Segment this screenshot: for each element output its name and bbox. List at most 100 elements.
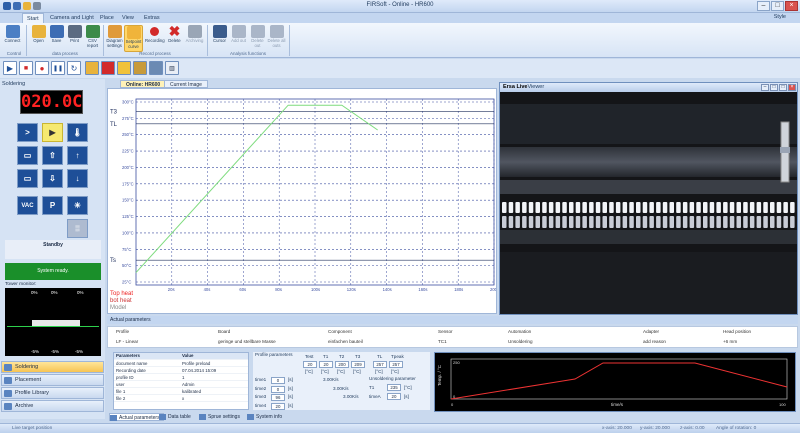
time-field[interactable]: 96 [271, 394, 285, 401]
table-row[interactable]: profile ID 1 [114, 375, 248, 381]
heater-bottom-button[interactable]: ▭ [17, 169, 38, 188]
tl-field[interactable]: 257 [373, 361, 387, 368]
tab-extras[interactable]: Extras [140, 13, 164, 23]
unsolder-t1-field[interactable]: 235 [387, 384, 401, 391]
zoom-slider-handle[interactable] [780, 147, 790, 153]
recording-button[interactable]: Recording [145, 25, 165, 44]
nav-archive[interactable]: Archive [1, 400, 104, 412]
marker-label: TL [110, 122, 118, 128]
tab-current-image[interactable]: Current Image [164, 80, 208, 88]
head-down-button[interactable]: ⇩ [42, 169, 63, 188]
start-button[interactable]: > [17, 123, 38, 142]
t3-field[interactable]: 209 [351, 361, 365, 368]
nozzle-button[interactable]: ▒ [67, 219, 88, 238]
connect-button[interactable]: Connect [3, 25, 22, 44]
refresh-icon[interactable]: ↻ [67, 61, 81, 75]
t1-field[interactable]: 20 [319, 361, 333, 368]
cursor-button[interactable]: Cursor [210, 25, 229, 44]
placement-button[interactable]: P [42, 196, 63, 215]
group-separator [289, 25, 290, 56]
pause-icon[interactable]: ❚❚ [51, 61, 65, 75]
status-x-axis: x-axis: 20.000 [602, 426, 632, 431]
tab-place[interactable]: Place [96, 13, 118, 23]
live-viewer-window[interactable]: Ersa LiveViewer – □ □ × [499, 82, 798, 315]
viewer-close-button[interactable]: × [788, 84, 796, 91]
viewer-restore-button[interactable]: □ [770, 84, 778, 91]
tab-online-hr600[interactable]: Online: HR600 [120, 80, 167, 88]
thermometer-button[interactable]: 🌡 [67, 123, 88, 142]
arrow-up-button[interactable]: ↑ [67, 146, 88, 165]
arrow-down-button[interactable]: ↓ [67, 169, 88, 188]
group-label-data-process: data process [52, 51, 78, 56]
light-button[interactable]: ✳ [67, 196, 88, 215]
viewer-minimize-button[interactable]: – [761, 84, 769, 91]
model-label: Model [110, 305, 127, 311]
table-row[interactable]: file 2 x [114, 395, 248, 402]
tpeak-field[interactable]: 257 [389, 361, 403, 368]
col-component: Component [328, 329, 352, 334]
diagram-settings-button[interactable]: Diagram settings [105, 25, 124, 48]
param-name: file 2 [116, 395, 126, 401]
nav-profile-library[interactable]: Profile Library [1, 387, 104, 399]
save-button[interactable]: Save [47, 25, 66, 44]
pin-lower [515, 216, 520, 228]
nav-soldering[interactable]: Soldering [1, 361, 104, 373]
profile-preview-chart: Temp. / °C 250 0 0 100 time/s [434, 352, 796, 412]
delete-out-button[interactable]: Delete out [248, 25, 267, 48]
stop-icon[interactable]: ■ [19, 61, 33, 75]
tab-start[interactable]: Start [22, 13, 44, 23]
pin-lower [656, 216, 661, 228]
val-component: einfachen bauteil [328, 339, 363, 344]
chart-icon[interactable] [101, 61, 115, 75]
test-temp-field[interactable]: 20 [303, 361, 317, 368]
time-unit: [s] [288, 377, 293, 382]
archiving-button[interactable]: Archiving [185, 25, 204, 44]
tab-actual-parameters[interactable]: Actual parameters [109, 413, 164, 421]
head-up-button[interactable]: ⇧ [42, 146, 63, 165]
t2-field[interactable]: 200 [335, 361, 349, 368]
table-row[interactable]: document name Profile preload [114, 361, 248, 367]
play-button[interactable]: ▶ [42, 123, 63, 142]
time-unit: [s] [288, 394, 293, 399]
pin-lower [716, 216, 721, 228]
close-button[interactable]: × [785, 1, 798, 11]
setpoint-curve-button[interactable]: Setpoint curve [124, 25, 143, 52]
tab-data-table[interactable]: Data table [159, 413, 191, 421]
pin-upper [615, 202, 621, 213]
add-out-button[interactable]: Add out [229, 25, 248, 44]
heater-top-button[interactable]: ▭ [17, 146, 38, 165]
heat-icon[interactable] [117, 61, 131, 75]
table-row[interactable]: user Admin [114, 382, 248, 388]
temperature-chart[interactable]: 300°C 275°C 250°C 225°C 200°C 175°C 150°C 125°C… [107, 88, 497, 314]
tab-sprue-settings[interactable]: Sprue settings [199, 413, 240, 421]
time-field[interactable]: 0 [271, 377, 285, 384]
print-button[interactable]: Print [65, 25, 84, 44]
play-icon[interactable]: ▶ [3, 61, 17, 75]
val-profile: LF - Linear [116, 339, 139, 344]
tab-camera-and-light[interactable]: Camera and Light [46, 13, 98, 23]
minimize-button[interactable]: – [757, 1, 770, 11]
table-row[interactable]: file 1 kalibrated [114, 389, 248, 395]
delete-all-outs-button[interactable]: Delete all outs [267, 25, 286, 48]
unsolder-time-field[interactable]: 20 [387, 393, 401, 400]
tab-system-info[interactable]: System info [247, 413, 282, 421]
ribbon-tabs: Start Camera and Light Place View Extras… [0, 13, 800, 23]
nav-placement[interactable]: Placement [1, 374, 104, 386]
record-icon[interactable]: ● [35, 61, 49, 75]
time-field[interactable]: 0 [271, 385, 285, 393]
open-button[interactable]: Open [29, 25, 48, 44]
maximize-button[interactable]: □ [771, 1, 784, 11]
nozzle-icon[interactable] [133, 61, 147, 75]
vacuum-button[interactable]: VAC [17, 196, 38, 215]
camera-icon[interactable] [85, 61, 99, 75]
viewer-maximize-button[interactable]: □ [779, 84, 787, 91]
time-field[interactable]: 20 [271, 402, 285, 410]
tab-view[interactable]: View [118, 13, 138, 23]
placement-icon[interactable]: ▥ [165, 61, 179, 75]
parameters-table: Parameters Value document name Profile pr… [113, 352, 249, 410]
vision-icon[interactable] [149, 61, 163, 75]
csv-report-button[interactable]: CSV report [83, 25, 102, 48]
style-menu[interactable]: Style [774, 14, 786, 20]
table-row[interactable]: Recording date 07.04.2014 15:09 [114, 368, 248, 374]
delete-button[interactable]: ✖ Delete [165, 24, 184, 44]
